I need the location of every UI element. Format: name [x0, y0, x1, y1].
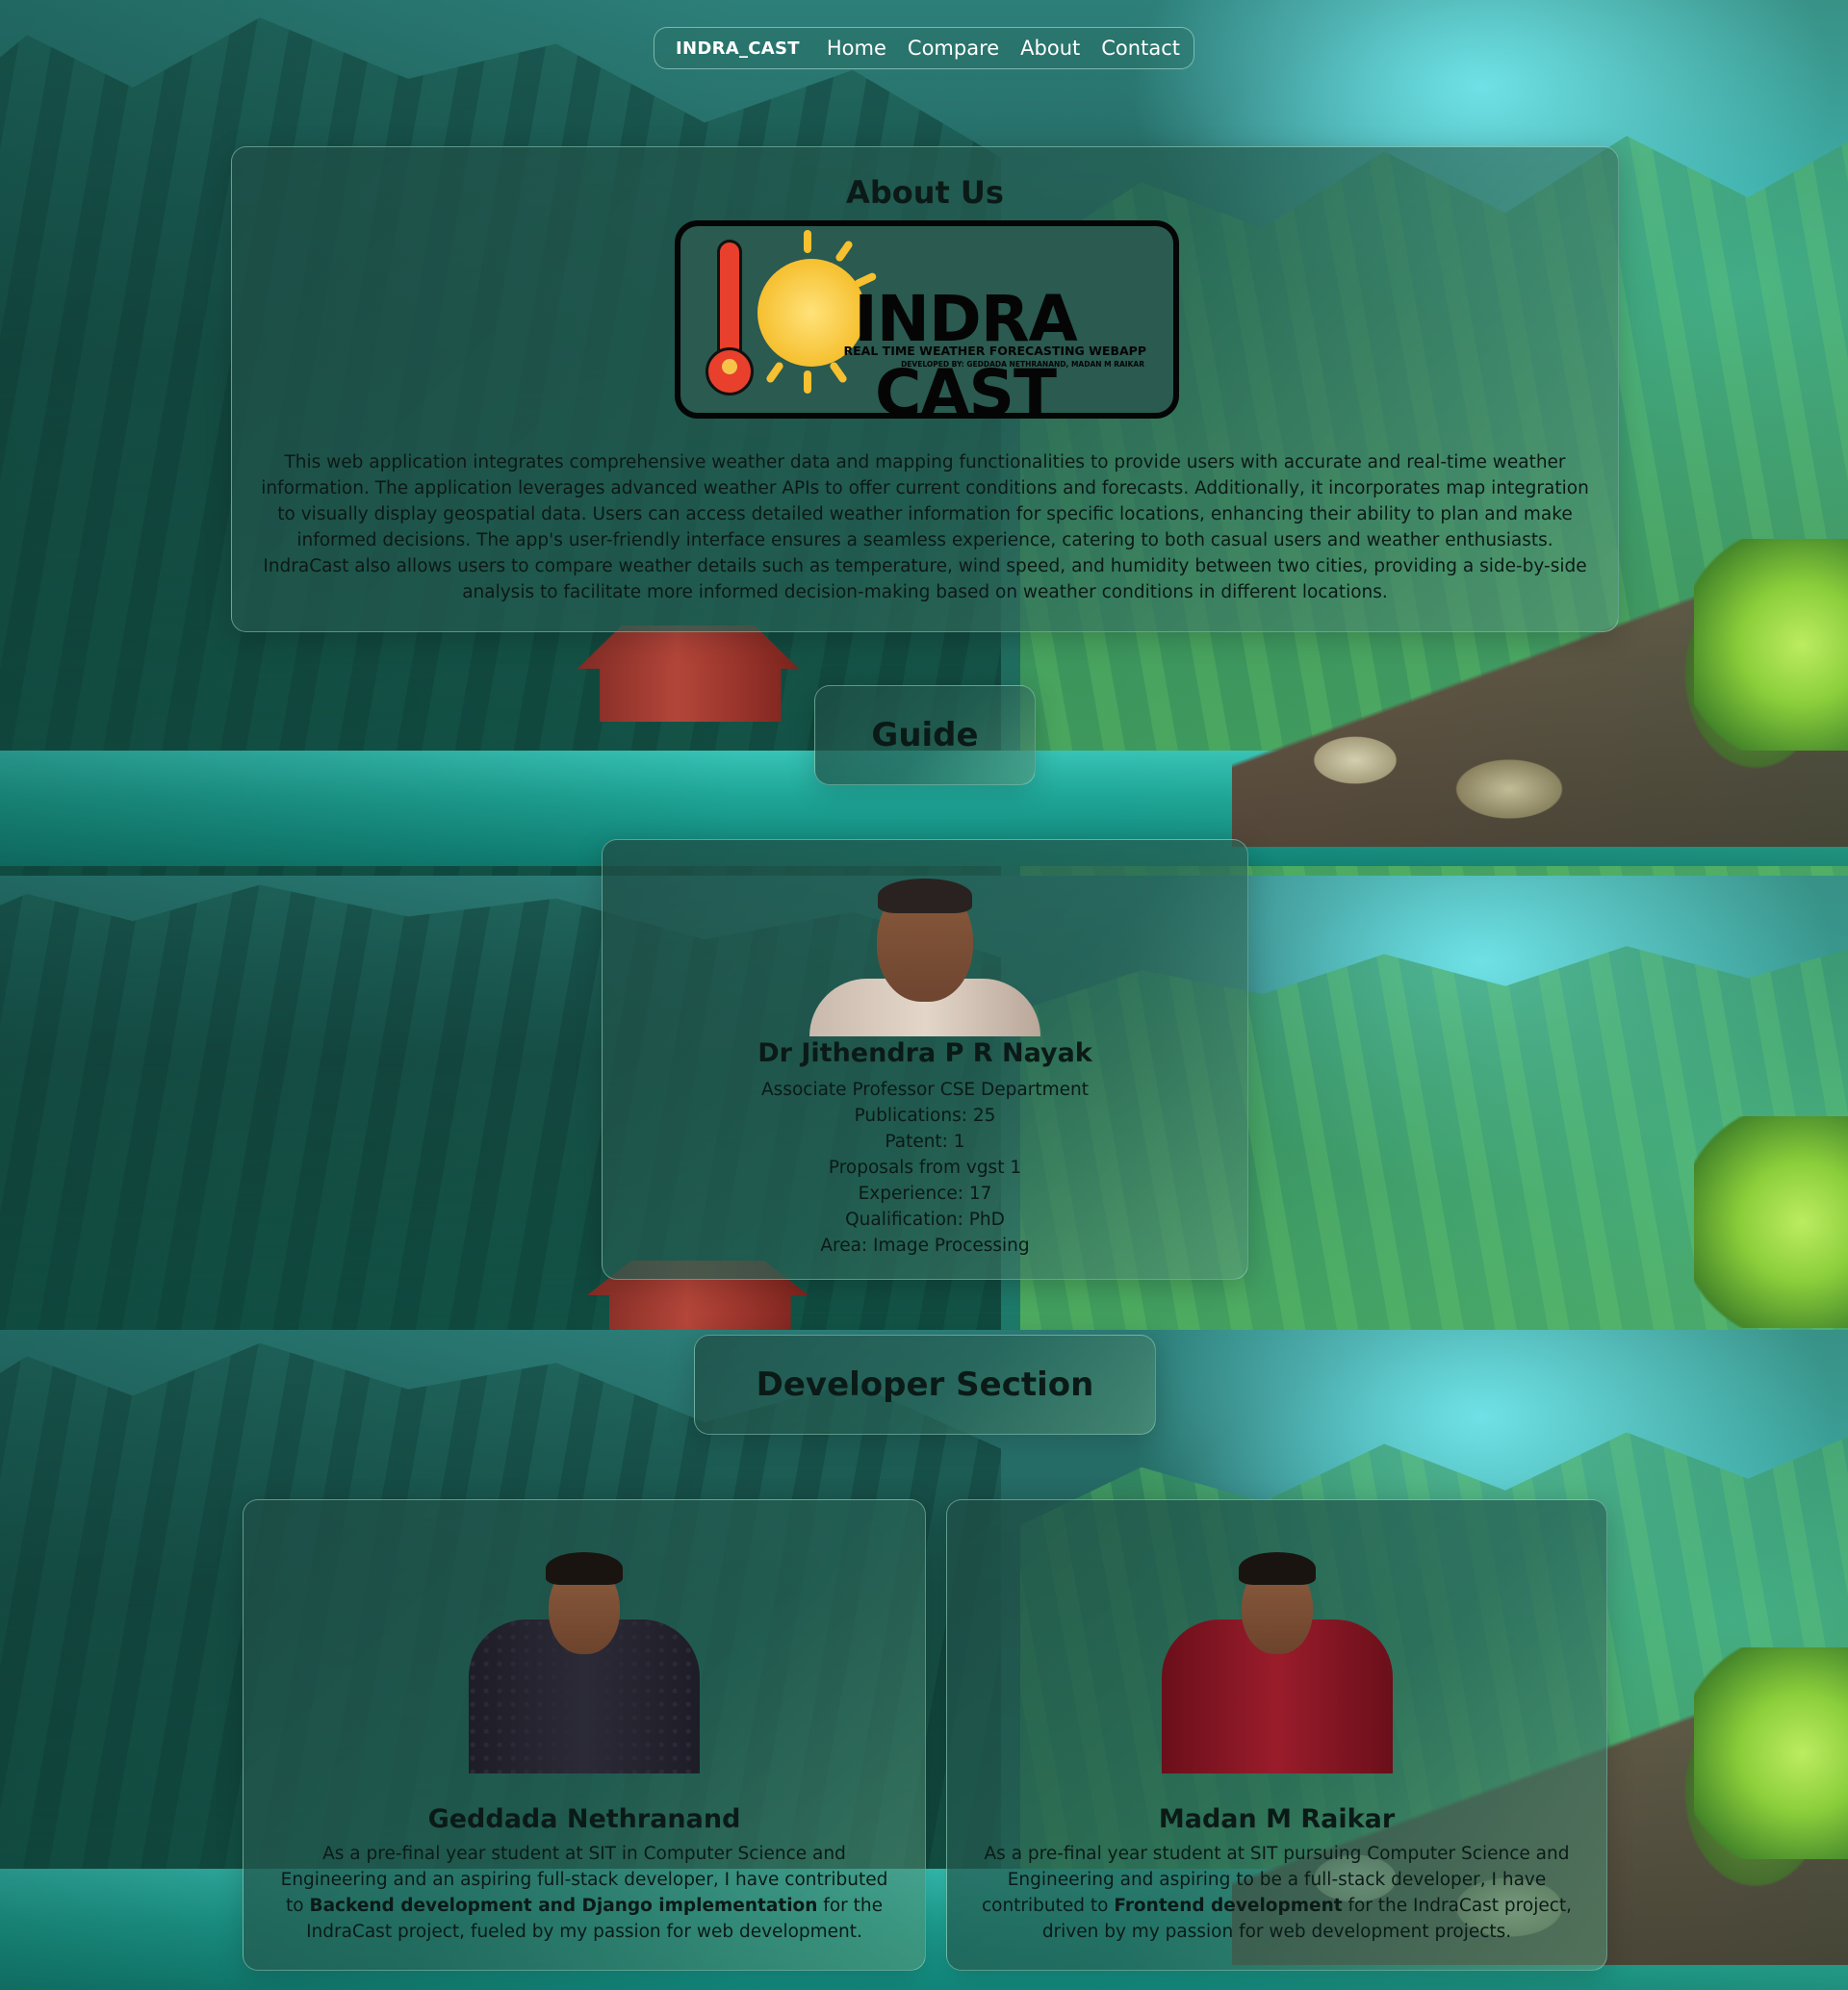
brand-link[interactable]: INDRA_CAST — [676, 38, 800, 59]
guide-position: Associate Professor CSE Department — [761, 1080, 1089, 1100]
guide-details: Associate Professor CSE Department Publi… — [603, 1077, 1247, 1259]
guide-experience: Experience: 17 — [858, 1184, 992, 1204]
indracast-logo: INDRA CAST REAL TIME WEATHER FORECASTING… — [675, 220, 1179, 430]
logo-tagline: REAL TIME WEATHER FORECASTING WEBAPP — [843, 344, 1146, 358]
guide-proposals: Proposals from vgst 1 — [828, 1158, 1022, 1178]
about-card: About Us INDRA CAST REAL TIME WEATHER FO… — [231, 146, 1619, 632]
developer-section-heading: Developer Section — [694, 1335, 1156, 1435]
developer-card-2: Madan M Raikar As a pre-final year stude… — [946, 1499, 1607, 1971]
guide-patent: Patent: 1 — [885, 1132, 965, 1152]
developer-card-1: Geddada Nethranand As a pre-final year s… — [243, 1499, 926, 1971]
guide-publications: Publications: 25 — [854, 1106, 996, 1126]
developer-name: Madan M Raikar — [1158, 1804, 1396, 1834]
nav-contact-link[interactable]: Contact — [1101, 37, 1180, 60]
bio-highlight: Frontend development — [1114, 1896, 1343, 1916]
thermometer-icon — [706, 240, 754, 403]
guide-card: Dr Jithendra P R Nayak Associate Profess… — [602, 839, 1248, 1280]
guide-heading-text: Guide — [871, 716, 979, 754]
developer-photo — [459, 1533, 709, 1773]
top-navbar: INDRA_CAST Home Compare About Contact — [654, 27, 1194, 69]
guide-area: Area: Image Processing — [820, 1236, 1030, 1256]
guide-name: Dr Jithendra P R Nayak — [757, 1038, 1092, 1068]
developer-bio: As a pre-final year student at SIT pursu… — [976, 1841, 1578, 1945]
guide-qualification: Qualification: PhD — [845, 1210, 1005, 1230]
guide-heading: Guide — [814, 685, 1036, 785]
bio-highlight: Backend development and Django implement… — [309, 1896, 818, 1916]
nav-about-link[interactable]: About — [1020, 37, 1080, 60]
developer-bio: As a pre-final year student at SIT in Co… — [272, 1841, 896, 1945]
developer-photo — [1152, 1533, 1402, 1773]
developer-heading-text: Developer Section — [756, 1365, 1094, 1404]
developer-name: Geddada Nethranand — [427, 1804, 741, 1834]
nav-home-link[interactable]: Home — [827, 37, 886, 60]
about-title: About Us — [846, 174, 1004, 211]
about-description: This web application integrates comprehe… — [261, 452, 1589, 602]
logo-developed-by: DEVELOPED BY: GEDDADA NETHRANAND, MADAN … — [901, 360, 1144, 369]
nav-compare-link[interactable]: Compare — [908, 37, 999, 60]
guide-photo — [809, 873, 1040, 1036]
